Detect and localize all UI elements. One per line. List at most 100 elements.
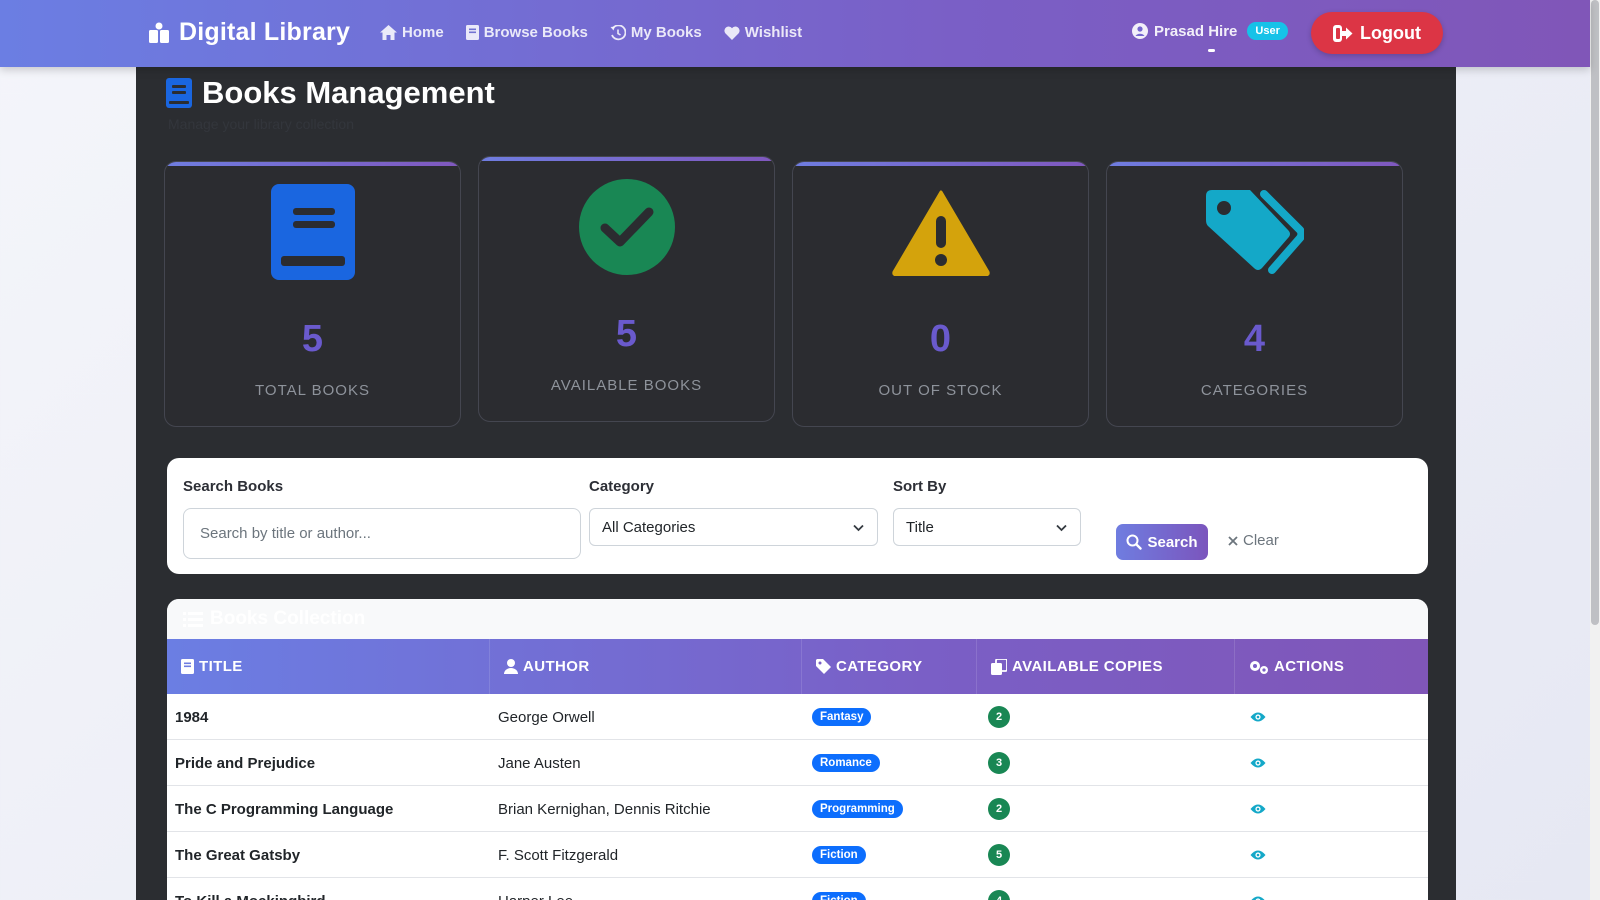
stat-card-available-books: 5 AVAILABLE BOOKS	[478, 156, 775, 422]
history-icon	[610, 24, 626, 40]
table-row: Pride and Prejudice Jane Austen Romance …	[167, 740, 1428, 786]
category-badge: Fantasy	[812, 708, 872, 726]
book-actions	[1235, 832, 1428, 878]
sort-select-value: Title	[906, 518, 934, 536]
nav-links: Home Browse Books My Books Wishlist	[380, 24, 802, 41]
column-header-label: CATEGORY	[836, 658, 923, 675]
book-author: Brian Kernighan, Dennis Ritchie	[498, 800, 711, 818]
nav-browse-books[interactable]: Browse Books	[465, 24, 588, 41]
search-button[interactable]: Search	[1116, 524, 1208, 560]
category-badge: Fiction	[812, 846, 866, 864]
stat-card-out-of-stock: 0 OUT OF STOCK	[792, 161, 1089, 427]
top-navbar: Digital Library Home Browse Books My Boo…	[0, 0, 1590, 67]
book-title: To Kill a Mockingbird	[167, 878, 490, 900]
stat-value: 5	[301, 318, 324, 360]
column-header-available-copies[interactable]: AVAILABLE COPIES	[977, 639, 1235, 694]
category-badge: Programming	[812, 800, 903, 818]
copies-badge: 4	[988, 890, 1010, 900]
book-title: The C Programming Language	[175, 800, 394, 818]
stat-label: TOTAL BOOKS	[255, 382, 370, 399]
column-header-label: AVAILABLE COPIES	[1012, 658, 1163, 675]
search-button-label: Search	[1147, 533, 1198, 551]
nav-wishlist-label: Wishlist	[744, 24, 803, 41]
view-eye-icon[interactable]	[1250, 849, 1266, 861]
user-name: Prasad Hire	[1154, 22, 1238, 40]
book-actions	[1235, 878, 1428, 900]
view-eye-icon[interactable]	[1250, 757, 1266, 769]
tag-icon	[816, 659, 831, 674]
column-header-category[interactable]: CATEGORY	[802, 639, 977, 694]
book-category: Fiction	[802, 878, 977, 900]
book-icon	[181, 659, 194, 674]
book-category: Programming	[802, 786, 977, 832]
page-scrollbar[interactable]	[1590, 0, 1600, 900]
user-circle-icon	[1132, 23, 1148, 39]
view-eye-icon[interactable]	[1250, 803, 1266, 815]
column-header-actions: ACTIONS	[1235, 639, 1428, 694]
book-title: The Great Gatsby	[175, 846, 301, 864]
brand-title: Digital Library	[179, 18, 351, 46]
stat-card-categories: 4 CATEGORIES	[1106, 161, 1403, 427]
user-role-badge: User	[1247, 22, 1288, 40]
clear-button-label: Clear	[1243, 532, 1279, 549]
stat-value: 0	[929, 318, 952, 360]
column-header-label: ACTIONS	[1274, 658, 1345, 675]
user-icon	[504, 659, 518, 674]
brand[interactable]: Digital Library	[147, 18, 350, 47]
gears-icon	[1250, 660, 1268, 674]
stat-label: AVAILABLE BOOKS	[550, 377, 703, 394]
search-input[interactable]	[183, 508, 581, 559]
user-menu[interactable]: Prasad Hire User	[1132, 22, 1288, 40]
nav-browse-books-label: Browse Books	[483, 24, 588, 41]
clear-button[interactable]: Clear	[1227, 532, 1279, 549]
page-heading: Books Management	[202, 75, 495, 110]
book-title: 1984	[175, 708, 209, 726]
nav-wishlist[interactable]: Wishlist	[724, 24, 802, 41]
page-subtitle: Manage your library collection	[168, 116, 354, 132]
column-header-author[interactable]: AUTHOR	[490, 639, 802, 694]
book-copies: 2	[977, 786, 1235, 832]
book-category: Fantasy	[802, 694, 977, 740]
warning-icon	[891, 190, 990, 276]
books-collection-title: Books Collection	[210, 608, 366, 629]
table-row: To Kill a Mockingbird Harper Lee Fiction…	[167, 878, 1428, 900]
column-header-label: TITLE	[199, 658, 243, 675]
table-header: TITLE AUTHOR CATEGORY AVAILABLE COPIES A…	[167, 639, 1428, 694]
nav-home[interactable]: Home	[380, 24, 444, 41]
view-eye-icon[interactable]	[1250, 711, 1266, 723]
book-actions	[1235, 694, 1428, 740]
stat-label: CATEGORIES	[1200, 382, 1309, 399]
heart-icon	[724, 26, 740, 40]
logout-button[interactable]: Logout	[1311, 12, 1443, 54]
books-collection-header: Books Collection	[167, 599, 1428, 639]
category-select[interactable]: All Categories	[589, 508, 878, 546]
search-label: Search Books	[183, 478, 284, 495]
sort-select[interactable]: Title	[893, 508, 1081, 546]
copies-badge: 2	[988, 798, 1010, 820]
book-icon	[465, 25, 479, 40]
book-icon	[166, 78, 192, 108]
nav-my-books[interactable]: My Books	[610, 24, 702, 41]
book-actions	[1235, 740, 1428, 786]
nav-my-books-label: My Books	[630, 24, 702, 41]
chevron-down-icon	[1056, 524, 1067, 532]
stat-card-total-books: 5 TOTAL BOOKS	[164, 161, 461, 427]
category-label: Category	[589, 478, 655, 495]
scrollbar-thumb[interactable]	[1591, 0, 1599, 625]
book-copies: 4	[977, 878, 1235, 900]
list-icon	[183, 612, 203, 627]
book-copies: 3	[977, 740, 1235, 786]
page-title: Books Management	[166, 75, 495, 111]
check-circle-icon	[578, 179, 675, 275]
book-category: Fiction	[802, 832, 977, 878]
column-header-title[interactable]: TITLE	[167, 639, 490, 694]
view-eye-icon[interactable]	[1250, 895, 1266, 900]
book-actions	[1235, 786, 1428, 832]
column-header-label: AUTHOR	[523, 658, 590, 675]
search-filter-panel: Search Books Category All Categories Sor…	[167, 458, 1428, 574]
nav-home-label: Home	[402, 24, 444, 41]
stat-label: OUT OF STOCK	[878, 382, 1003, 399]
stat-value: 4	[1243, 318, 1266, 360]
book-author: George Orwell	[498, 708, 595, 726]
book-copies: 5	[977, 832, 1235, 878]
